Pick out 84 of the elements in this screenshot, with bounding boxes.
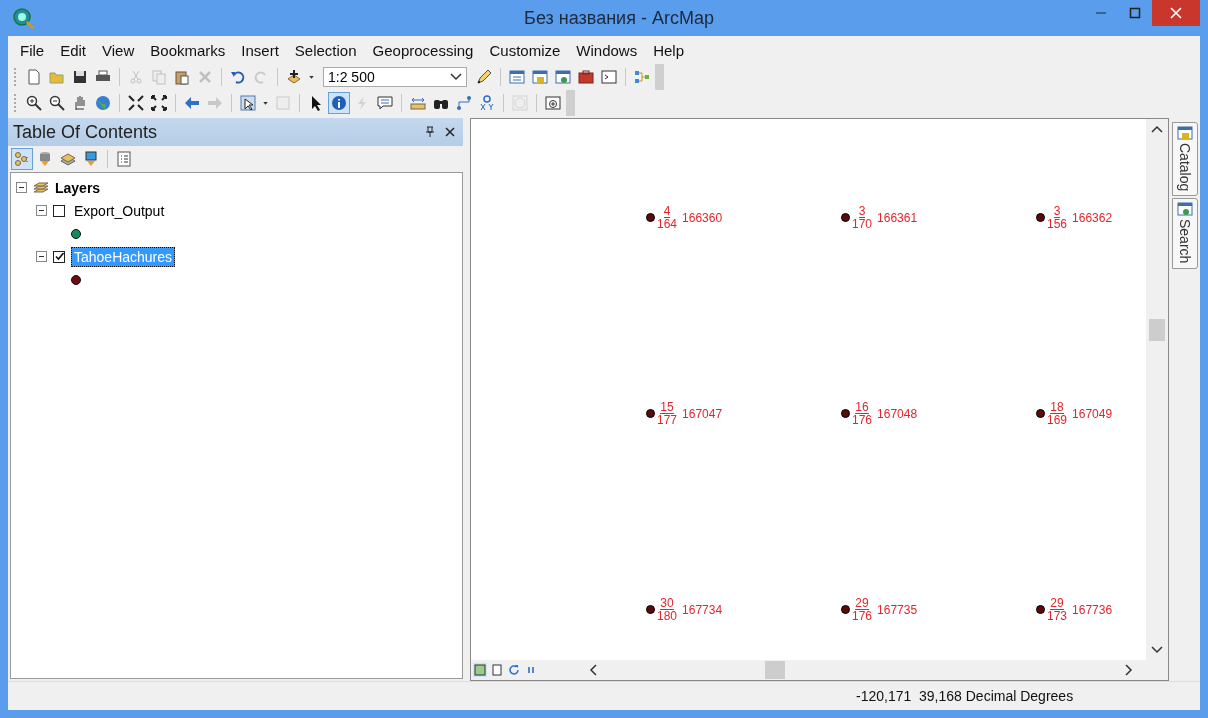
globe-magnifier-icon	[12, 7, 34, 29]
layer-checkbox[interactable]	[53, 250, 65, 263]
point-id-label: 167047	[682, 406, 723, 421]
side-tab[interactable]: Catalog	[1172, 122, 1198, 197]
point-label-fraction: 3 170	[852, 205, 873, 230]
list-by-drawing-order-icon[interactable]	[12, 149, 32, 169]
scroll-thumb[interactable]	[765, 661, 785, 679]
options-list-icon[interactable]	[114, 149, 134, 169]
layer-name[interactable]: Export_Output	[71, 200, 168, 221]
collapse-toggle[interactable]	[16, 182, 27, 193]
pin-icon[interactable]	[425, 126, 435, 138]
point-id-label: 167049	[1072, 406, 1113, 421]
catalog-icon[interactable]	[530, 67, 550, 87]
toolbox-icon[interactable]	[576, 67, 596, 87]
panel-title: Table Of Contents	[13, 121, 159, 143]
data-view-icon[interactable]	[473, 663, 487, 677]
pencil-icon[interactable]	[474, 67, 494, 87]
point-label-fraction: 18 169	[1047, 401, 1068, 426]
coordinates-readout: -120,171 39,168 Decimal Degrees	[856, 688, 1074, 704]
chevron-right-icon[interactable]	[1125, 664, 1133, 676]
point-label-fraction: 29 173	[1047, 597, 1068, 622]
menu-item[interactable]: Geoprocessing	[364, 41, 482, 59]
side-tab[interactable]: Search	[1172, 198, 1198, 269]
zoom-out-icon[interactable]	[47, 93, 67, 113]
layer-checkbox[interactable]	[53, 204, 65, 217]
collapse-toggle[interactable]	[36, 251, 47, 262]
chevron-down-icon	[450, 73, 462, 81]
select-icon[interactable]	[238, 93, 258, 113]
map-point	[1036, 605, 1045, 614]
menu-item[interactable]: Windows	[568, 41, 646, 59]
collapse-toggle[interactable]	[36, 205, 47, 216]
menu-item[interactable]: File	[12, 41, 53, 59]
chevron-down-icon[interactable]	[1151, 646, 1163, 654]
point-label-fraction: 30 180	[657, 597, 678, 622]
map-point	[1036, 213, 1045, 222]
point-label-fraction: 15 177	[657, 401, 678, 426]
maximize-icon	[1129, 7, 1141, 19]
info-icon[interactable]	[329, 93, 349, 113]
point-id-label: 166361	[877, 210, 918, 225]
refresh-icon[interactable]	[507, 663, 521, 677]
menu-item[interactable]: View	[94, 41, 143, 59]
window-title: Без названия - ArcMap	[523, 7, 715, 29]
search-window-icon[interactable]	[553, 67, 573, 87]
point-id-label: 166360	[682, 210, 723, 225]
layers-icon	[33, 180, 49, 195]
menu-item[interactable]: Help	[645, 41, 693, 59]
point-id-label: 167736	[1072, 602, 1113, 617]
chevron-up-icon[interactable]	[1151, 125, 1163, 133]
point-label-fraction: 4 164	[657, 205, 678, 230]
close-icon[interactable]	[445, 127, 455, 137]
scale-dropdown[interactable]: 1:2 500	[323, 67, 467, 87]
viewer-icon[interactable]	[543, 93, 563, 113]
menu-item[interactable]: Customize	[481, 41, 569, 59]
catalog-icon	[1177, 125, 1193, 141]
point-label-fraction: 16 176	[852, 401, 873, 426]
close-icon	[1170, 7, 1182, 19]
data-frame-label[interactable]: Layers	[55, 179, 101, 196]
map-point	[646, 213, 655, 222]
search-window-icon	[1177, 201, 1193, 218]
map-point	[841, 213, 850, 222]
map-point	[646, 409, 655, 418]
point-id-label: 167734	[682, 602, 723, 617]
map-point	[841, 409, 850, 418]
map-point	[646, 605, 655, 614]
window-icon[interactable]	[507, 67, 527, 87]
globe-icon[interactable]	[93, 93, 113, 113]
zoom-out-fixed-icon[interactable]	[149, 93, 169, 113]
point-label-fraction: 29 176	[852, 597, 873, 622]
menu-item[interactable]: Insert	[233, 41, 287, 59]
map-point	[841, 605, 850, 614]
menu-item[interactable]: Selection	[286, 41, 365, 59]
menu-item[interactable]: Edit	[52, 41, 95, 59]
zoom-in-icon[interactable]	[24, 93, 44, 113]
menu-item[interactable]: Bookmarks	[142, 41, 234, 59]
zoom-in-fixed-icon[interactable]	[126, 93, 146, 113]
chevron-left-icon[interactable]	[589, 664, 597, 676]
scroll-thumb[interactable]	[1149, 318, 1165, 341]
close-button[interactable]	[1152, 0, 1200, 26]
point-id-label: 167735	[877, 602, 918, 617]
point-id-label: 167048	[877, 406, 918, 421]
map-point	[1036, 409, 1045, 418]
point-label-fraction: 3 156	[1047, 205, 1068, 230]
point-id-label: 166362	[1072, 210, 1113, 225]
page-icon[interactable]	[490, 663, 504, 677]
